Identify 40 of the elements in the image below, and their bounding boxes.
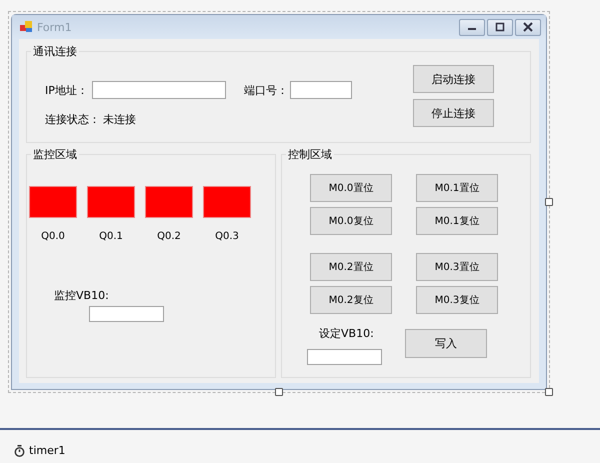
minimize-button[interactable] (459, 18, 485, 36)
status-value: 未连接 (103, 112, 136, 127)
stopwatch-icon (14, 444, 25, 456)
bit-button[interactable]: M0.2置位 (310, 253, 392, 281)
connection-button[interactable]: 停止连接 (413, 99, 494, 127)
port-input-field[interactable] (290, 81, 352, 99)
lamp-label: Q0.3 (215, 231, 239, 242)
component-name[interactable]: timer1 (29, 444, 66, 457)
resize-handle[interactable] (545, 388, 553, 396)
group-title: 控制区域 (286, 148, 334, 161)
vb10-input-field[interactable] (89, 306, 164, 322)
status-label: 连接状态： (45, 112, 101, 127)
window-title: Form1 (37, 20, 72, 34)
ip-input-field[interactable] (92, 81, 226, 99)
lamp-label: Q0.2 (157, 231, 181, 242)
bit-button[interactable]: M0.0置位 (310, 174, 392, 202)
maximize-icon (495, 22, 505, 32)
group-title: 监控区域 (31, 148, 79, 161)
close-button[interactable] (515, 18, 541, 36)
bit-button[interactable]: M0.2复位 (310, 286, 392, 314)
group-title: 通讯连接 (31, 45, 79, 58)
field-label: 监控VB10: (54, 288, 109, 303)
field-label: 设定VB10: (319, 326, 375, 341)
field-label: 端口号： (244, 82, 289, 98)
field-label: IP地址： (45, 82, 89, 98)
close-icon (523, 22, 533, 32)
bit-button[interactable]: M0.0复位 (310, 207, 392, 235)
write-button[interactable]: 写入 (405, 329, 487, 358)
bit-button[interactable]: M0.3置位 (416, 253, 498, 281)
lamp-label: Q0.0 (41, 231, 65, 242)
bit-button[interactable]: M0.1置位 (416, 174, 498, 202)
bit-button[interactable]: M0.1复位 (416, 207, 498, 235)
app-icon (20, 21, 33, 33)
vb10-input-field[interactable] (307, 349, 382, 365)
maximize-button[interactable] (487, 18, 513, 36)
resize-handle[interactable] (275, 388, 283, 396)
connection-button[interactable]: 启动连接 (413, 65, 494, 93)
resize-handle[interactable] (545, 198, 553, 206)
lamp-label: Q0.1 (99, 231, 123, 242)
bit-button[interactable]: M0.3复位 (416, 286, 498, 314)
